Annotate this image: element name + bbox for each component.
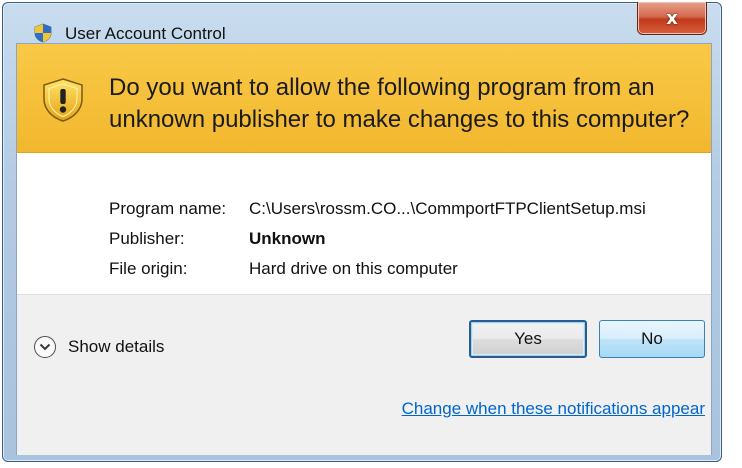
publisher-label: Publisher: (109, 229, 185, 248)
program-info: Program name: C:\Users\rossm.CO...\Commp… (109, 194, 646, 284)
file-origin-label: File origin: (109, 259, 188, 278)
file-origin-value: Hard drive on this computer (249, 259, 458, 278)
shield-warning-icon (43, 78, 83, 122)
shield-icon (34, 23, 52, 43)
program-name-value: C:\Users\rossm.CO...\CommportFTPClientSe… (249, 199, 646, 218)
program-name-row: Program name: C:\Users\rossm.CO...\Commp… (109, 194, 646, 224)
dialog-body: Do you want to allow the following progr… (16, 43, 712, 455)
dialog-footer: Show details Yes No Change when these no… (17, 294, 711, 455)
change-notifications-link[interactable]: Change when these notifications appear (402, 399, 705, 419)
yes-button[interactable]: Yes (469, 320, 587, 358)
publisher-row: Publisher: Unknown (109, 224, 646, 254)
no-button[interactable]: No (599, 320, 705, 358)
publisher-value: Unknown (249, 229, 326, 248)
uac-question: Do you want to allow the following progr… (109, 74, 690, 133)
show-details-label[interactable]: Show details (68, 337, 164, 357)
warning-banner: Do you want to allow the following progr… (17, 44, 711, 153)
close-button[interactable]: x (637, 2, 707, 35)
window-title: User Account Control (65, 24, 226, 43)
file-origin-row: File origin: Hard drive on this computer (109, 254, 646, 284)
chevron-down-icon[interactable] (34, 336, 56, 358)
program-name-label: Program name: (109, 199, 227, 218)
show-details-toggle[interactable]: Show details (34, 336, 164, 358)
close-icon: x (666, 7, 678, 29)
uac-window: User Account Control x Do you want to al… (2, 2, 722, 462)
